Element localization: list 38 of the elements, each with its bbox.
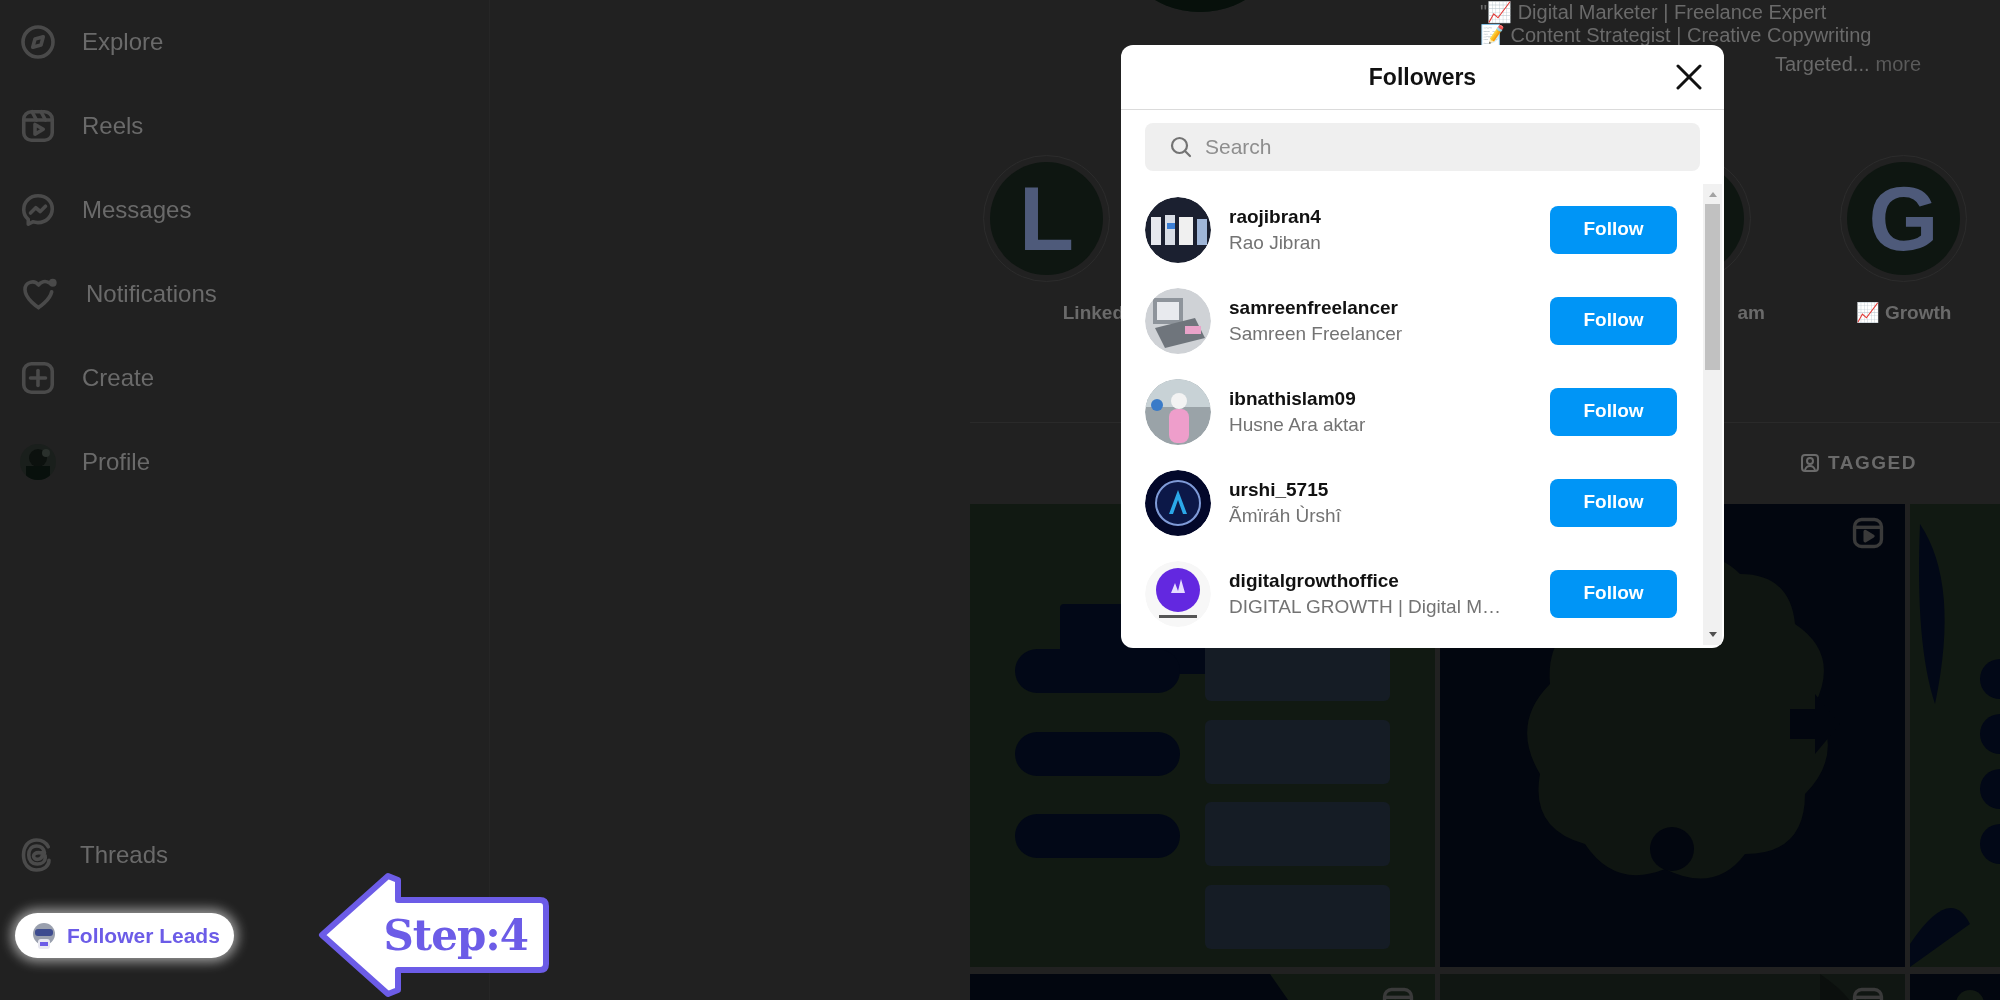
scrollbar[interactable]: [1703, 184, 1722, 645]
display-name: Husne Ara aktar: [1229, 412, 1367, 437]
messenger-icon: [20, 192, 56, 228]
username[interactable]: ibnathislam09: [1229, 385, 1550, 412]
display-name: Samreen Freelancer: [1229, 321, 1404, 346]
more-link[interactable]: more: [1875, 53, 1922, 76]
threads-icon: [20, 837, 54, 873]
heart-icon: [20, 276, 60, 312]
tag-person-icon: [1800, 453, 1820, 473]
display-name: Rao Jibran: [1229, 230, 1322, 255]
highlight-label: am: [1737, 301, 1765, 325]
tagged-tab[interactable]: TAGGED: [1800, 448, 1917, 478]
nav-item[interactable]: Create: [0, 336, 489, 420]
compass-icon: [20, 24, 56, 60]
follow-button[interactable]: Follow: [1550, 478, 1677, 527]
follow-button[interactable]: Follow: [1550, 569, 1677, 618]
bio-line: Targeted...: [1775, 53, 1870, 76]
username[interactable]: samreenfreelancer: [1229, 294, 1550, 321]
follower-leads-button[interactable]: Follower Leads: [15, 913, 234, 958]
plus-icon: [20, 360, 56, 396]
close-icon: [1676, 64, 1702, 90]
step-callout: Step:4: [318, 872, 550, 998]
close-button[interactable]: [1674, 62, 1704, 92]
search-field[interactable]: Search: [1145, 123, 1700, 171]
follow-button[interactable]: Follow: [1550, 205, 1677, 254]
username[interactable]: urshi_5715: [1229, 476, 1550, 503]
bio-line: "📈 Digital Marketer | Freelance Expert: [1480, 1, 1827, 24]
dialog-title: Followers: [1368, 62, 1477, 92]
follow-button[interactable]: Follow: [1550, 296, 1677, 345]
highlight-label: 📈 Growth: [1855, 301, 1952, 325]
username[interactable]: raojibran4: [1229, 203, 1550, 230]
nav-item[interactable]: Notifications: [0, 252, 489, 336]
nav-item[interactable]: Messages: [0, 168, 489, 252]
nav-item[interactable]: Reels: [0, 84, 489, 168]
search-icon: [1169, 135, 1193, 159]
nav-item[interactable]: Explore: [0, 0, 489, 84]
follow-button[interactable]: Follow: [1550, 387, 1677, 436]
nav-item[interactable]: Profile: [0, 420, 489, 504]
